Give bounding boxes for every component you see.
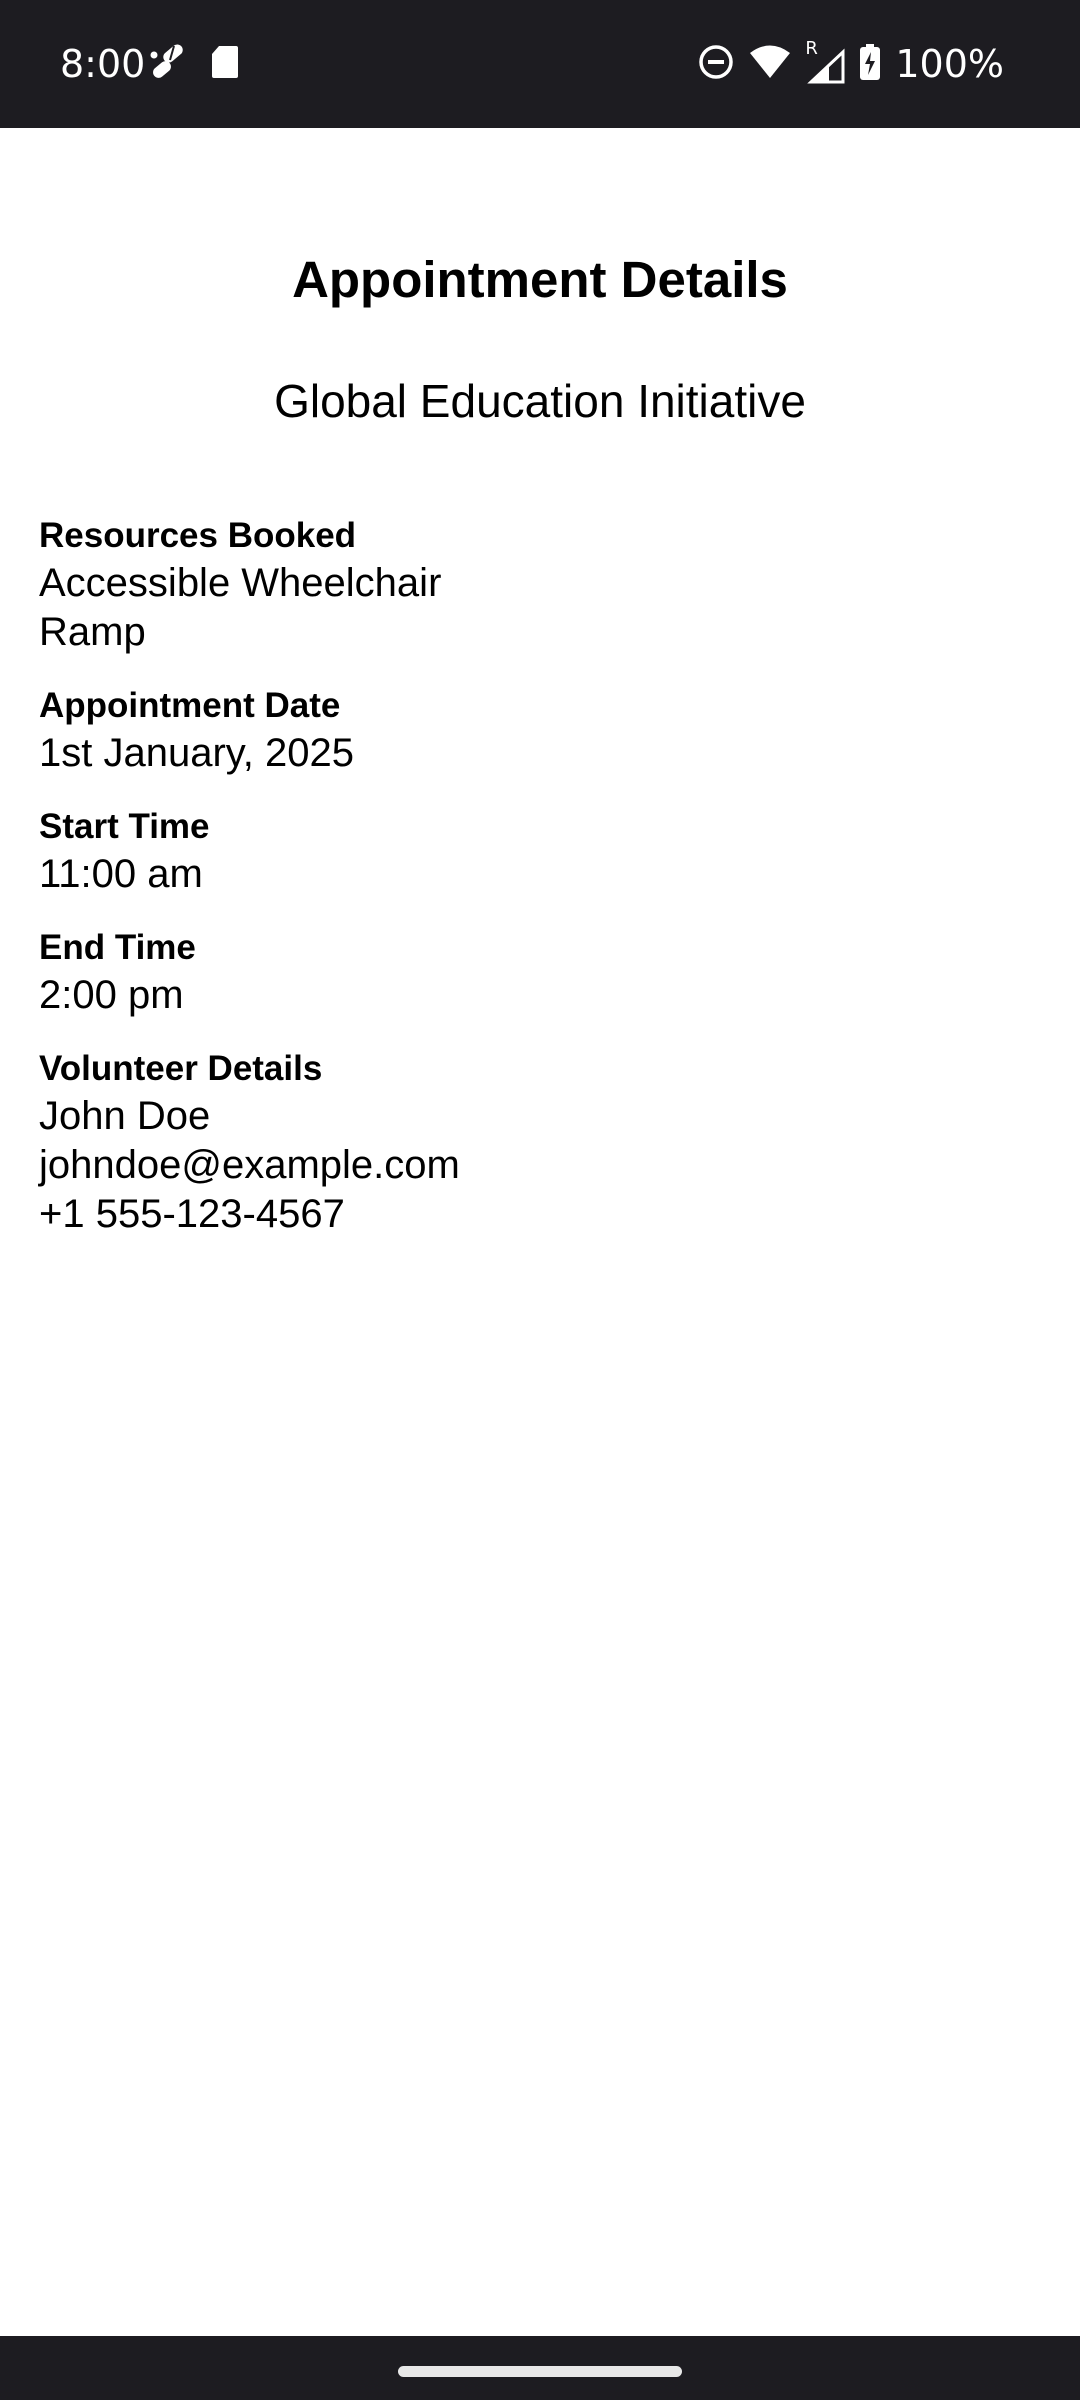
volunteer-details-field: Volunteer Details John Doe johndoe@examp… bbox=[39, 1046, 939, 1239]
resources-booked-field: Resources Booked Accessible Wheelchair R… bbox=[39, 513, 939, 657]
battery-percentage: 100% bbox=[895, 42, 1004, 86]
pill-notification-icon bbox=[148, 42, 188, 87]
wifi-icon bbox=[749, 44, 791, 85]
volunteer-details-label: Volunteer Details bbox=[39, 1049, 323, 1088]
appointment-details: Resources Booked Accessible Wheelchair R… bbox=[39, 513, 939, 1265]
start-time-label: Start Time bbox=[39, 807, 210, 846]
battery-charging-icon bbox=[859, 43, 881, 86]
start-time-value: 11:00 am bbox=[39, 852, 203, 896]
appointment-date-field: Appointment Date 1st January, 2025 bbox=[39, 683, 939, 778]
volunteer-email[interactable]: johndoe@example.com bbox=[39, 1141, 939, 1190]
home-gesture-handle[interactable] bbox=[398, 2366, 682, 2377]
start-time-field: Start Time 11:00 am bbox=[39, 804, 939, 899]
do-not-disturb-icon bbox=[697, 43, 735, 86]
page-title: Appointment Details bbox=[292, 251, 788, 308]
end-time-value: 2:00 pm bbox=[39, 973, 184, 1017]
system-indicators: R 100% bbox=[697, 38, 1004, 90]
end-time-label: End Time bbox=[39, 928, 196, 967]
end-time-field: End Time 2:00 pm bbox=[39, 925, 939, 1020]
notification-icons bbox=[148, 42, 240, 87]
volunteer-phone[interactable]: +1 555-123-4567 bbox=[39, 1190, 939, 1239]
resources-booked-value: Accessible Wheelchair Ramp bbox=[39, 561, 442, 654]
appointment-details-screen: Appointment Details Global Education Ini… bbox=[0, 128, 1080, 2336]
roaming-indicator: R bbox=[805, 38, 818, 59]
status-time: 8:00 bbox=[60, 42, 146, 86]
navigation-bar bbox=[0, 2336, 1080, 2400]
sd-card-icon bbox=[210, 44, 240, 85]
appointment-date-value: 1st January, 2025 bbox=[39, 731, 355, 775]
status-bar: 8:00 R 100% bbox=[0, 0, 1080, 128]
resources-booked-label: Resources Booked bbox=[39, 516, 357, 555]
organization-name: Global Education Initiative bbox=[274, 375, 806, 427]
volunteer-name: John Doe bbox=[39, 1094, 211, 1138]
cellular-roaming-icon: R bbox=[805, 38, 845, 84]
appointment-date-label: Appointment Date bbox=[39, 686, 341, 725]
